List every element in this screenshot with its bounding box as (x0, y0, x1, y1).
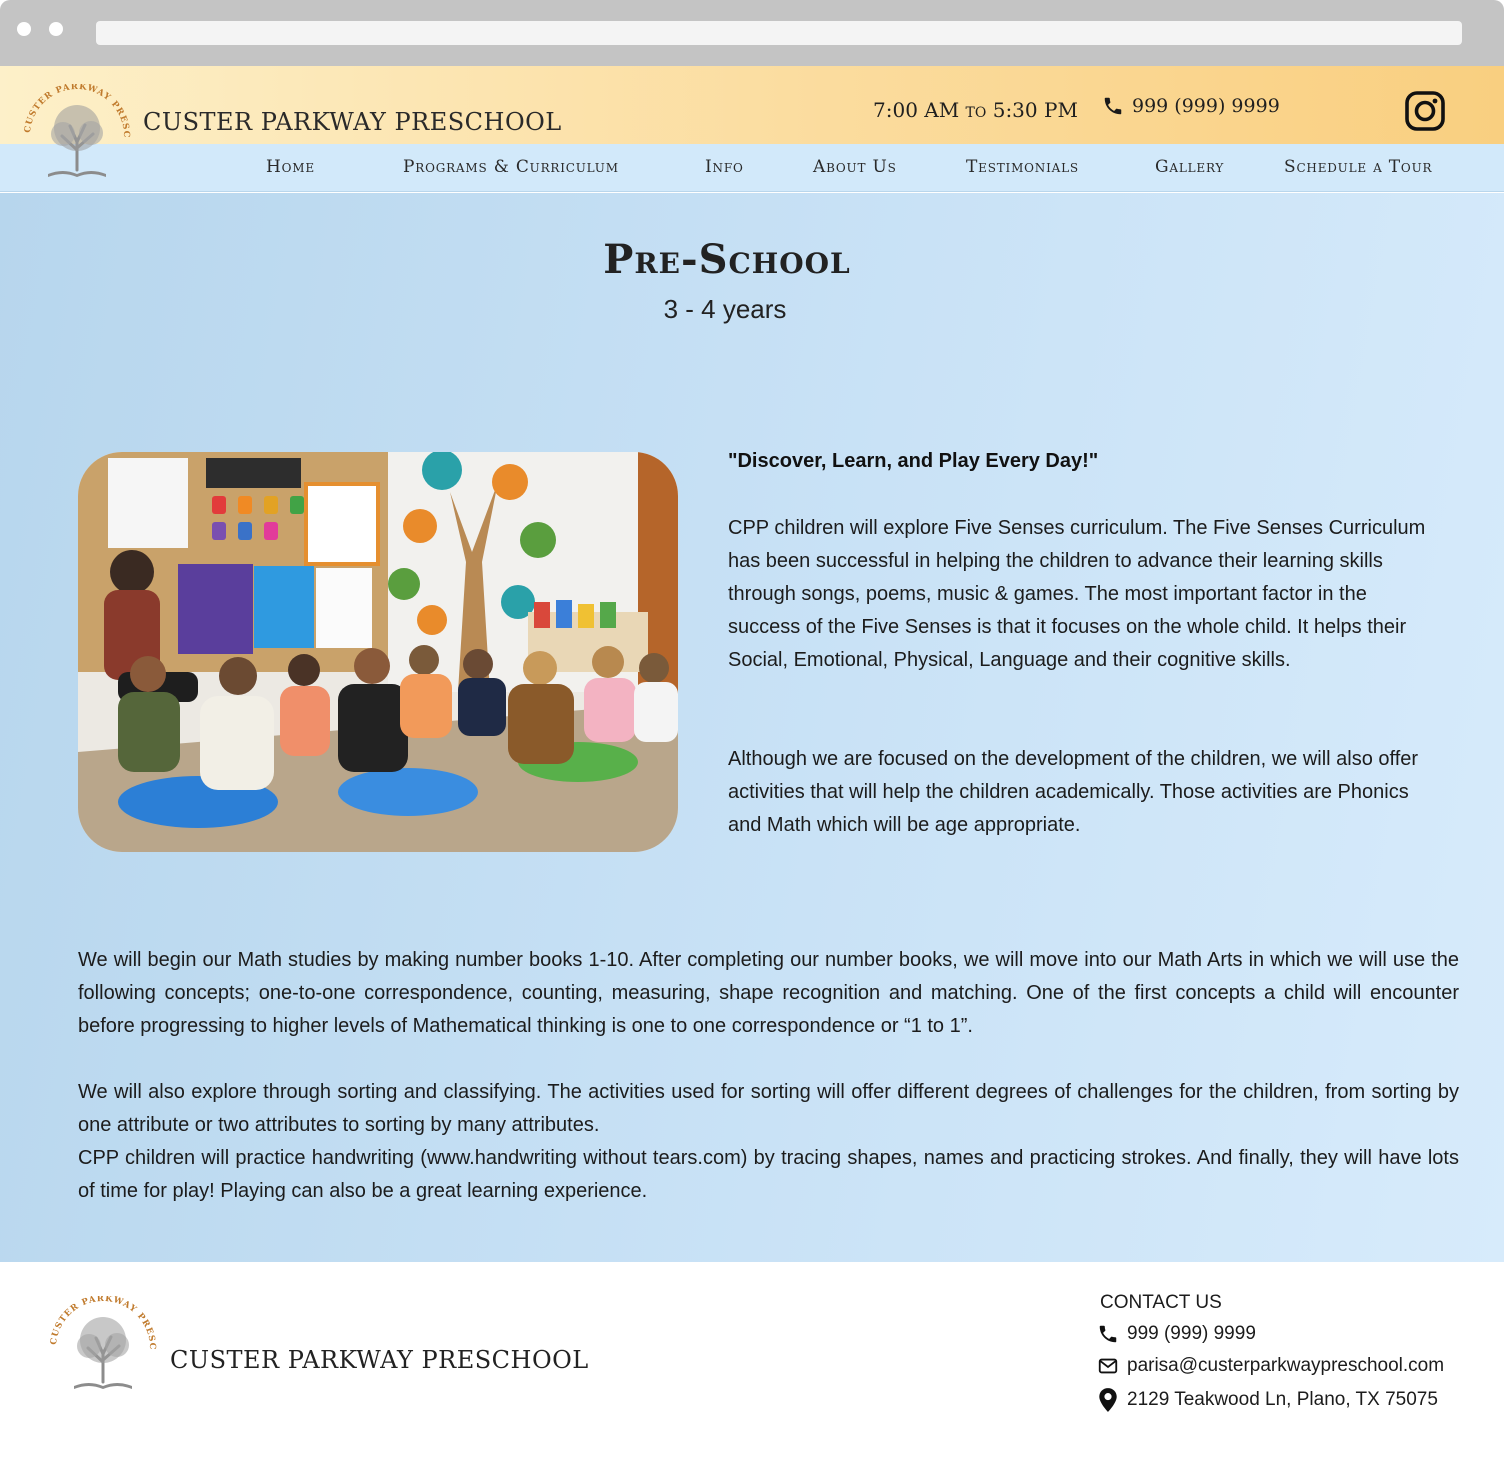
nav-about-us[interactable]: About Us (813, 157, 897, 177)
contact-phone-number[interactable]: 999 (999) 9999 (1127, 1323, 1256, 1345)
phone-icon (1099, 1325, 1117, 1343)
email-icon (1098, 1358, 1118, 1374)
nav-testimonials[interactable]: Testimonials (966, 157, 1079, 177)
instagram-icon[interactable] (1404, 90, 1446, 132)
brand-name[interactable]: CUSTER PARKWAY PRESCHOOL (143, 108, 562, 136)
age-range: 3 - 4 years (663, 294, 787, 324)
tagline: "Discover, Learn, and Play Every Day!" (728, 450, 1099, 472)
contact-address-text: 2129 Teakwood Ln, Plano, TX 75075 (1127, 1389, 1438, 1410)
nav-schedule-tour[interactable]: Schedule a Tour (1284, 157, 1432, 177)
header-phone-number[interactable]: 999 (999) 9999 (1132, 95, 1280, 117)
handwriting-paragraph: CPP children will practice handwriting (… (78, 1147, 1459, 1202)
contact-email-address[interactable]: parisa@custerparkwaypreschool.com (1127, 1355, 1444, 1377)
page-title: Pre-School (603, 236, 851, 283)
math-paragraph: We will begin our Math studies by making… (78, 949, 1459, 1037)
header-phone[interactable]: 999 (999) 9999 (1102, 95, 1280, 117)
contact-phone[interactable]: 999 (999) 9999 (1097, 1323, 1256, 1345)
window-dot[interactable] (17, 22, 31, 36)
contact-address[interactable]: 2129 Teakwood Ln, Plano, TX 75075 (1097, 1387, 1438, 1413)
nav-gallery[interactable]: Gallery (1155, 157, 1224, 177)
academics-paragraph: Although we are focused on the developme… (728, 748, 1419, 836)
window-dot[interactable] (49, 22, 63, 36)
logo-icon[interactable]: CUSTER PARKWAY PRESCHOOL (18, 84, 136, 184)
footer-brand-name[interactable]: CUSTER PARKWAY PRESCHOOL (170, 1346, 589, 1374)
contact-title: CONTACT US (1100, 1292, 1222, 1313)
footer-logo-icon[interactable]: CUSTER PARKWAY PRESCHOOL (44, 1296, 162, 1396)
address-bar[interactable] (96, 21, 1462, 45)
opening-hours: 7:00 AM to 5:30 PM (873, 98, 1078, 122)
contact-email[interactable]: parisa@custerparkwaypreschool.com (1097, 1355, 1444, 1377)
sorting-paragraph: We will also explore through sorting and… (78, 1081, 1459, 1136)
nav-bar (0, 144, 1504, 192)
classroom-photo (78, 452, 678, 852)
curriculum-paragraph: CPP children will explore Five Senses cu… (728, 517, 1426, 671)
nav-programs-curriculum[interactable]: Programs & Curriculum (403, 157, 619, 177)
browser-chrome (0, 0, 1504, 66)
nav-home[interactable]: Home (266, 157, 315, 177)
phone-icon (1104, 97, 1122, 115)
nav-info[interactable]: Info (705, 157, 744, 177)
location-icon (1099, 1388, 1117, 1412)
